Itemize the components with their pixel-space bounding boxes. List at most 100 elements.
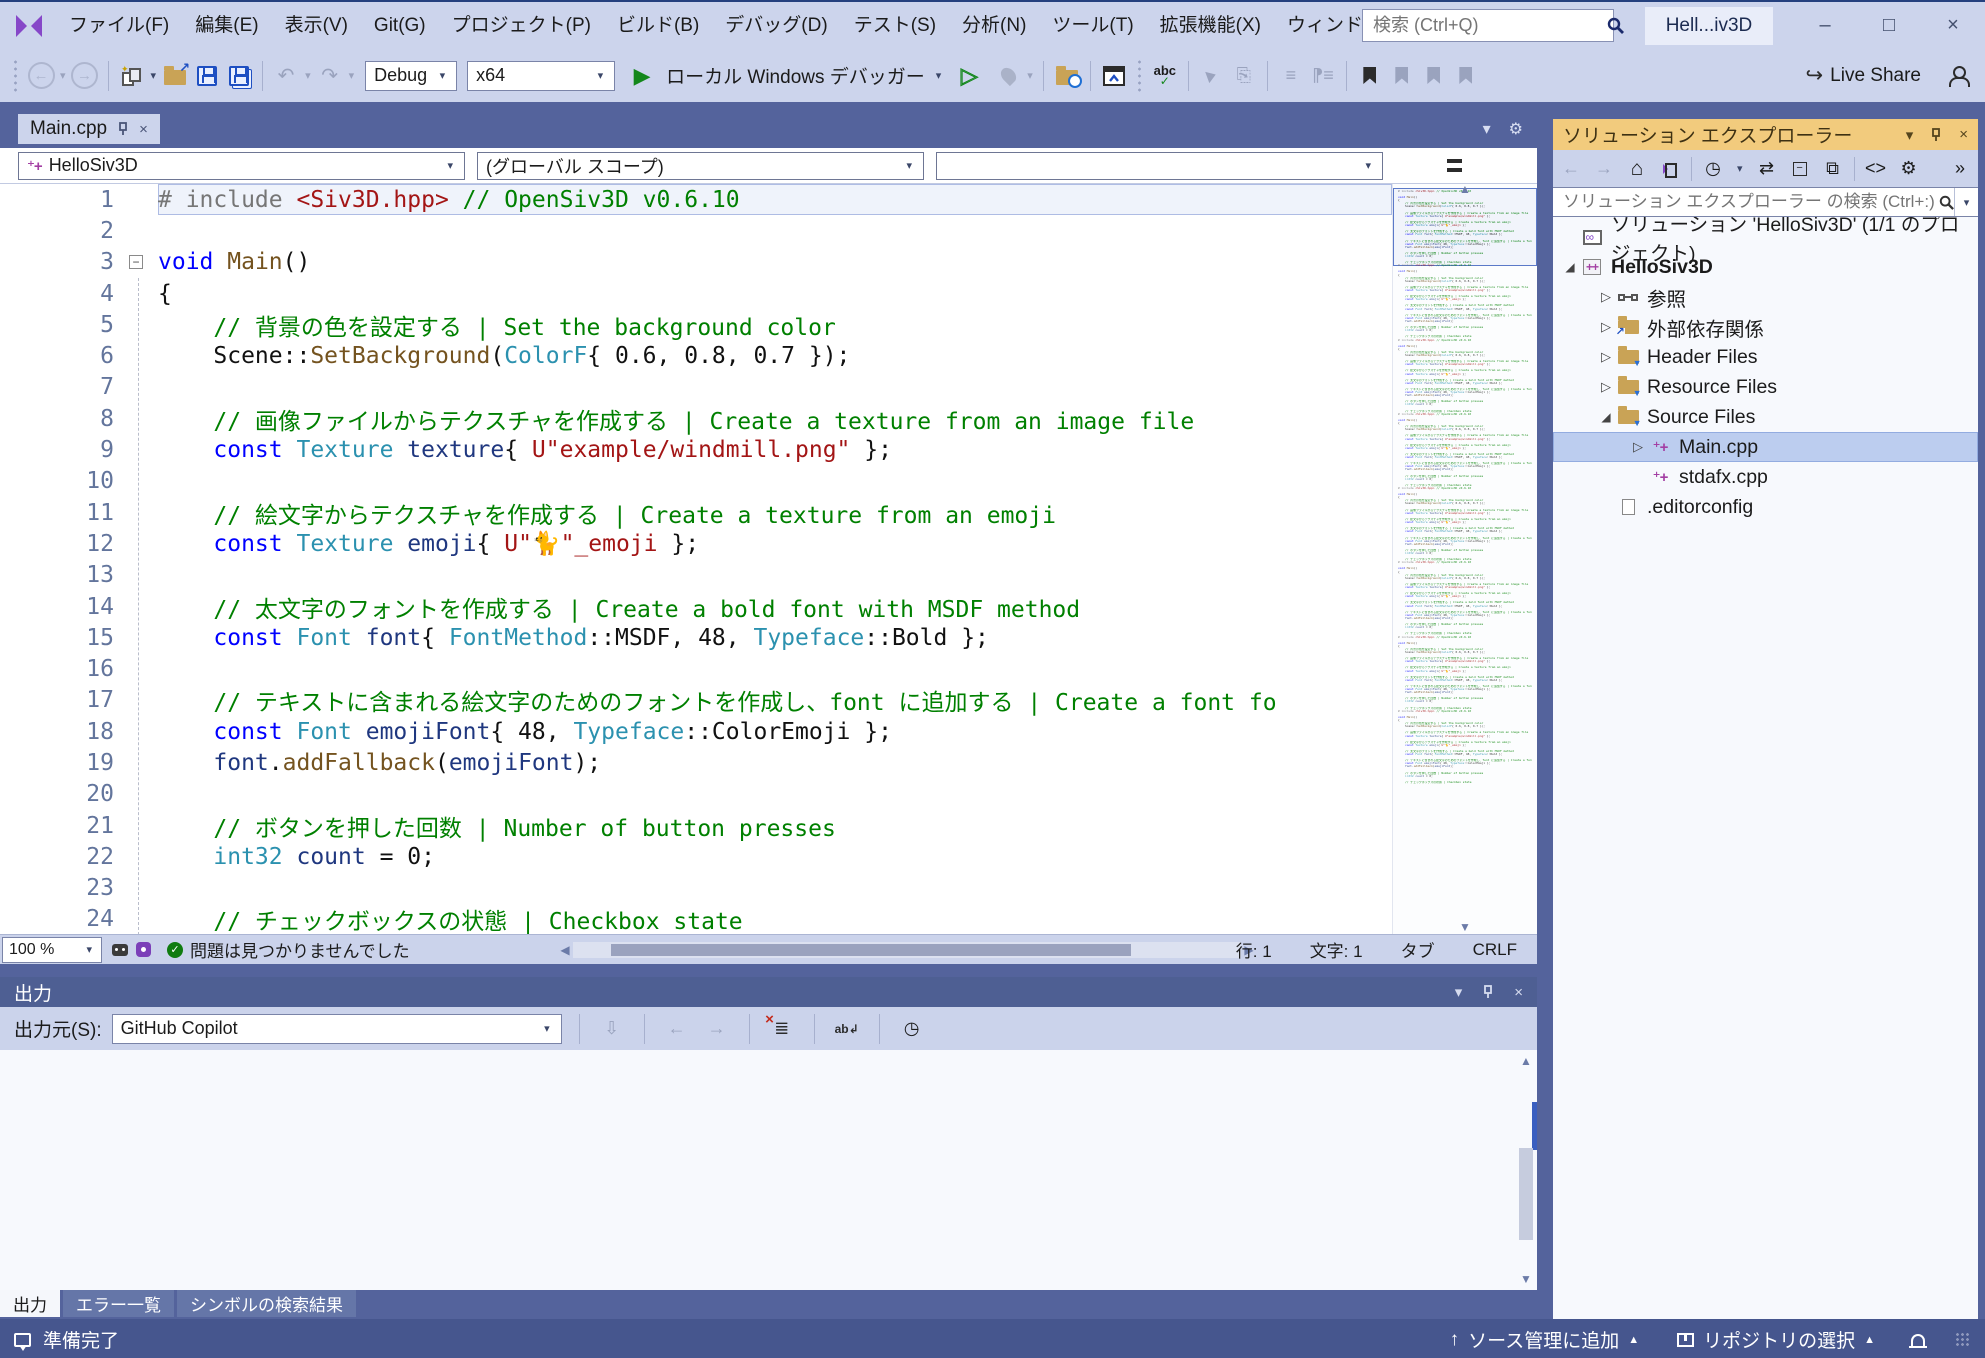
menu-item-3[interactable]: Git(G)	[361, 3, 439, 48]
line-number[interactable]: 20	[0, 781, 114, 807]
line-number[interactable]: 1	[0, 187, 114, 213]
code-line-13[interactable]: 13	[0, 560, 1392, 591]
properties-wrench-button[interactable]: ⚙	[1897, 155, 1921, 183]
code-line-19[interactable]: 19 font.addFallback(emojiFont);	[0, 747, 1392, 778]
tree-item--hellosiv3d-1-1-[interactable]: ソリューション 'HelloSiv3D' (1/1 のプロジェクト)	[1553, 222, 1978, 252]
solution-explorer-window-button[interactable]	[1099, 59, 1129, 93]
code-line-24[interactable]: 24 // チェックボックスの状態 | Checkbox state	[0, 904, 1392, 934]
tree-item-hellosiv3d[interactable]: ◢++HelloSiv3D	[1553, 252, 1978, 282]
zoom-dropdown[interactable]: 100 % ▾	[2, 937, 102, 963]
line-number[interactable]: 14	[0, 594, 114, 620]
line-number[interactable]: 10	[0, 468, 114, 494]
line-number[interactable]: 4	[0, 281, 114, 307]
fold-margin[interactable]: −	[114, 255, 158, 269]
window-position-dropdown-icon[interactable]: ▾	[1906, 126, 1914, 144]
previous-bookmark-button[interactable]	[1387, 59, 1417, 93]
scroll-up-icon[interactable]: ▲	[1515, 1054, 1537, 1068]
selection-mode-button[interactable]	[1197, 59, 1227, 93]
open-file-button[interactable]	[160, 59, 190, 93]
vscroll-thumb[interactable]	[1519, 1148, 1533, 1240]
eol-indicator[interactable]: CRLF	[1473, 940, 1517, 960]
live-share-button[interactable]: ↪ Live Share	[1806, 63, 1921, 88]
line-number[interactable]: 8	[0, 406, 114, 432]
timestamp-button[interactable]: ◷	[897, 1014, 927, 1044]
search-options-dropdown[interactable]: ▾	[1954, 188, 1978, 216]
code-line-16[interactable]: 16	[0, 653, 1392, 684]
hot-reload-dropdown-icon[interactable]: ▾	[1027, 69, 1033, 82]
menu-item-2[interactable]: 表示(V)	[272, 3, 361, 48]
document-outline-button[interactable]: ⎘	[1229, 59, 1259, 93]
show-all-files-button[interactable]: ⧉	[1821, 155, 1845, 183]
start-without-debugging-button[interactable]: ▷	[954, 59, 984, 93]
quick-search-box[interactable]	[1362, 9, 1614, 42]
line-number[interactable]: 22	[0, 844, 114, 870]
tab-main-cpp[interactable]: Main.cpp ×	[18, 114, 160, 144]
comment-button[interactable]: ⁋≡	[1308, 59, 1338, 93]
line-number[interactable]: 17	[0, 687, 114, 713]
line-number[interactable]: 9	[0, 437, 114, 463]
redo-button[interactable]: ↷	[315, 59, 345, 93]
code-line-14[interactable]: 14 // 太文字のフォントを作成する | Create a bold font…	[0, 591, 1392, 622]
scroll-up-icon[interactable]: ▲	[1393, 184, 1537, 196]
select-repository-button[interactable]: リポジトリの選択 ▲	[1665, 1319, 1887, 1358]
line-number[interactable]: 21	[0, 813, 114, 839]
intellicode-badge-icon[interactable]	[136, 942, 151, 957]
tree-item-header-files[interactable]: ▷Header Files	[1553, 342, 1978, 372]
code-line-11[interactable]: 11 // 絵文字からテクスチャを作成する | Create a texture…	[0, 497, 1392, 528]
solution-configuration-combobox[interactable]: Debug ▾	[365, 61, 457, 91]
health-message[interactable]: 問題は見つかりませんでした	[190, 937, 410, 962]
maximize-button[interactable]: □	[1857, 2, 1921, 49]
code-line-21[interactable]: 21 // ボタンを押した回数 | Number of button press…	[0, 810, 1392, 841]
code-line-7[interactable]: 7	[0, 372, 1392, 403]
line-number[interactable]: 11	[0, 500, 114, 526]
member-dropdown[interactable]: ▾	[936, 152, 1383, 180]
expander-expanded-icon[interactable]: ◢	[1597, 410, 1615, 424]
code-line-2[interactable]: 2	[0, 215, 1392, 246]
tab-close-icon[interactable]: ×	[139, 121, 148, 138]
line-number[interactable]: 6	[0, 343, 114, 369]
code-line-8[interactable]: 8 // 画像ファイルからテクスチャを作成する | Create a textu…	[0, 403, 1392, 434]
output-vertical-scrollbar[interactable]: ▲ ▼	[1515, 1050, 1537, 1290]
word-wrap-button[interactable]: ab↲	[832, 1014, 862, 1044]
view-code-button[interactable]: <>	[1864, 155, 1888, 183]
back-button[interactable]: ←	[1559, 155, 1583, 183]
minimize-button[interactable]: –	[1793, 2, 1857, 49]
window-position-dropdown-icon[interactable]: ▾	[1455, 983, 1463, 1001]
pin-icon[interactable]	[117, 122, 129, 136]
code-line-1[interactable]: 1# include <Siv3D.hpp> // OpenSiv3D v0.6…	[0, 184, 1392, 215]
navigate-forward-button[interactable]: →	[70, 59, 100, 93]
toolbar-overflow-button[interactable]: »	[1948, 155, 1972, 183]
menu-item-8[interactable]: 分析(N)	[949, 3, 1039, 48]
undo-button[interactable]: ↶	[271, 59, 301, 93]
panel-tab-0[interactable]: 出力	[0, 1290, 60, 1317]
notifications-bell-icon[interactable]	[1911, 1334, 1925, 1346]
new-project-button[interactable]: ✦	[117, 59, 147, 93]
pin-icon[interactable]	[1930, 128, 1942, 142]
expander-collapsed-icon[interactable]: ▷	[1597, 379, 1615, 395]
panel-tab-1[interactable]: エラー一覧	[63, 1290, 174, 1317]
debug-target-dropdown-icon[interactable]: ▾	[936, 69, 942, 82]
code-line-3[interactable]: 3−void Main()	[0, 247, 1392, 278]
expander-collapsed-icon[interactable]: ▷	[1597, 289, 1615, 305]
line-number[interactable]: 7	[0, 374, 114, 400]
scroll-left-icon[interactable]: ◀	[557, 943, 573, 957]
tree-item--[interactable]: ▷参照	[1553, 282, 1978, 312]
code-editor[interactable]: 1# include <Siv3D.hpp> // OpenSiv3D v0.6…	[0, 184, 1537, 934]
panel-tab-2[interactable]: シンボルの検索結果	[177, 1290, 356, 1317]
switch-views-button[interactable]	[1658, 155, 1682, 183]
code-line-4[interactable]: 4{	[0, 278, 1392, 309]
line-number[interactable]: 3	[0, 249, 114, 275]
code-line-12[interactable]: 12 const Texture emoji{ U"🐈"_emoji };	[0, 528, 1392, 559]
decrease-indent-button[interactable]: ≡	[1276, 59, 1306, 93]
home-button[interactable]: ⌂	[1625, 155, 1649, 183]
line-number[interactable]: 15	[0, 625, 114, 651]
menu-item-5[interactable]: ビルド(B)	[604, 3, 712, 48]
project-dropdown[interactable]: ⁺+ HelloSiv3D ▾	[18, 152, 465, 180]
line-number[interactable]: 24	[0, 906, 114, 932]
code-line-6[interactable]: 6 Scene::SetBackground(ColorF{ 0.6, 0.8,…	[0, 340, 1392, 371]
line-number[interactable]: 23	[0, 875, 114, 901]
find-in-files-button[interactable]	[1052, 59, 1082, 93]
expander-collapsed-icon[interactable]: ▷	[1597, 349, 1615, 365]
output-source-combobox[interactable]: GitHub Copilot ▾	[112, 1014, 562, 1044]
code-line-15[interactable]: 15 const Font font{ FontMethod::MSDF, 48…	[0, 622, 1392, 653]
